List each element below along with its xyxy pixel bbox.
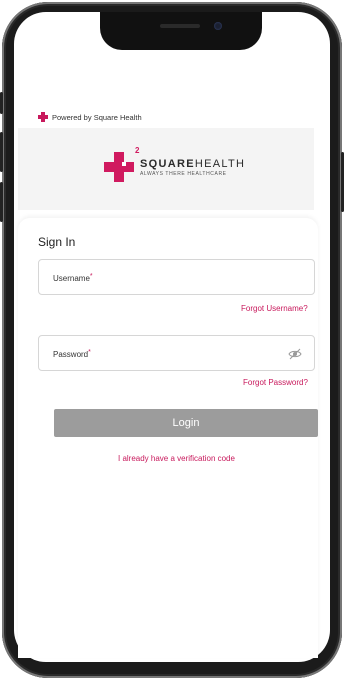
login-button[interactable]: Login bbox=[54, 409, 318, 437]
forgot-username-link[interactable]: Forgot Username? bbox=[241, 304, 308, 313]
forgot-password-link[interactable]: Forgot Password? bbox=[243, 378, 308, 387]
square-health-mini-logo-icon bbox=[38, 112, 48, 122]
logo-superscript: 2 bbox=[135, 146, 140, 155]
logo-brand: SQUAREHEALTH bbox=[140, 158, 245, 170]
logo-tagline: ALWAYS THERE HEALTHCARE bbox=[140, 170, 227, 177]
password-field[interactable]: Password* bbox=[38, 335, 318, 372]
mute-switch bbox=[0, 92, 3, 114]
logo-brand-bold: SQUARE bbox=[140, 157, 195, 170]
volume-down-button bbox=[0, 182, 3, 222]
eye-icon[interactable] bbox=[288, 347, 302, 361]
page-title: Sign In bbox=[38, 235, 76, 249]
powered-by: Powered by Square Health bbox=[38, 112, 142, 122]
password-input[interactable] bbox=[39, 336, 318, 372]
logo-brand-rest: HEALTH bbox=[194, 157, 246, 170]
notch bbox=[100, 12, 262, 50]
medical-cross-icon: 2 bbox=[104, 146, 139, 182]
powered-by-text: Powered by Square Health bbox=[52, 112, 142, 122]
square-health-logo: 2 SQUAREHEALTH ALWAYS THERE HEALTHCARE bbox=[104, 146, 245, 182]
front-camera bbox=[214, 22, 222, 30]
speaker-grille bbox=[160, 24, 200, 28]
volume-up-button bbox=[0, 132, 3, 172]
username-input[interactable] bbox=[39, 260, 318, 296]
verification-code-link[interactable]: I already have a verification code bbox=[118, 454, 235, 463]
username-field[interactable]: Username* bbox=[38, 259, 318, 296]
